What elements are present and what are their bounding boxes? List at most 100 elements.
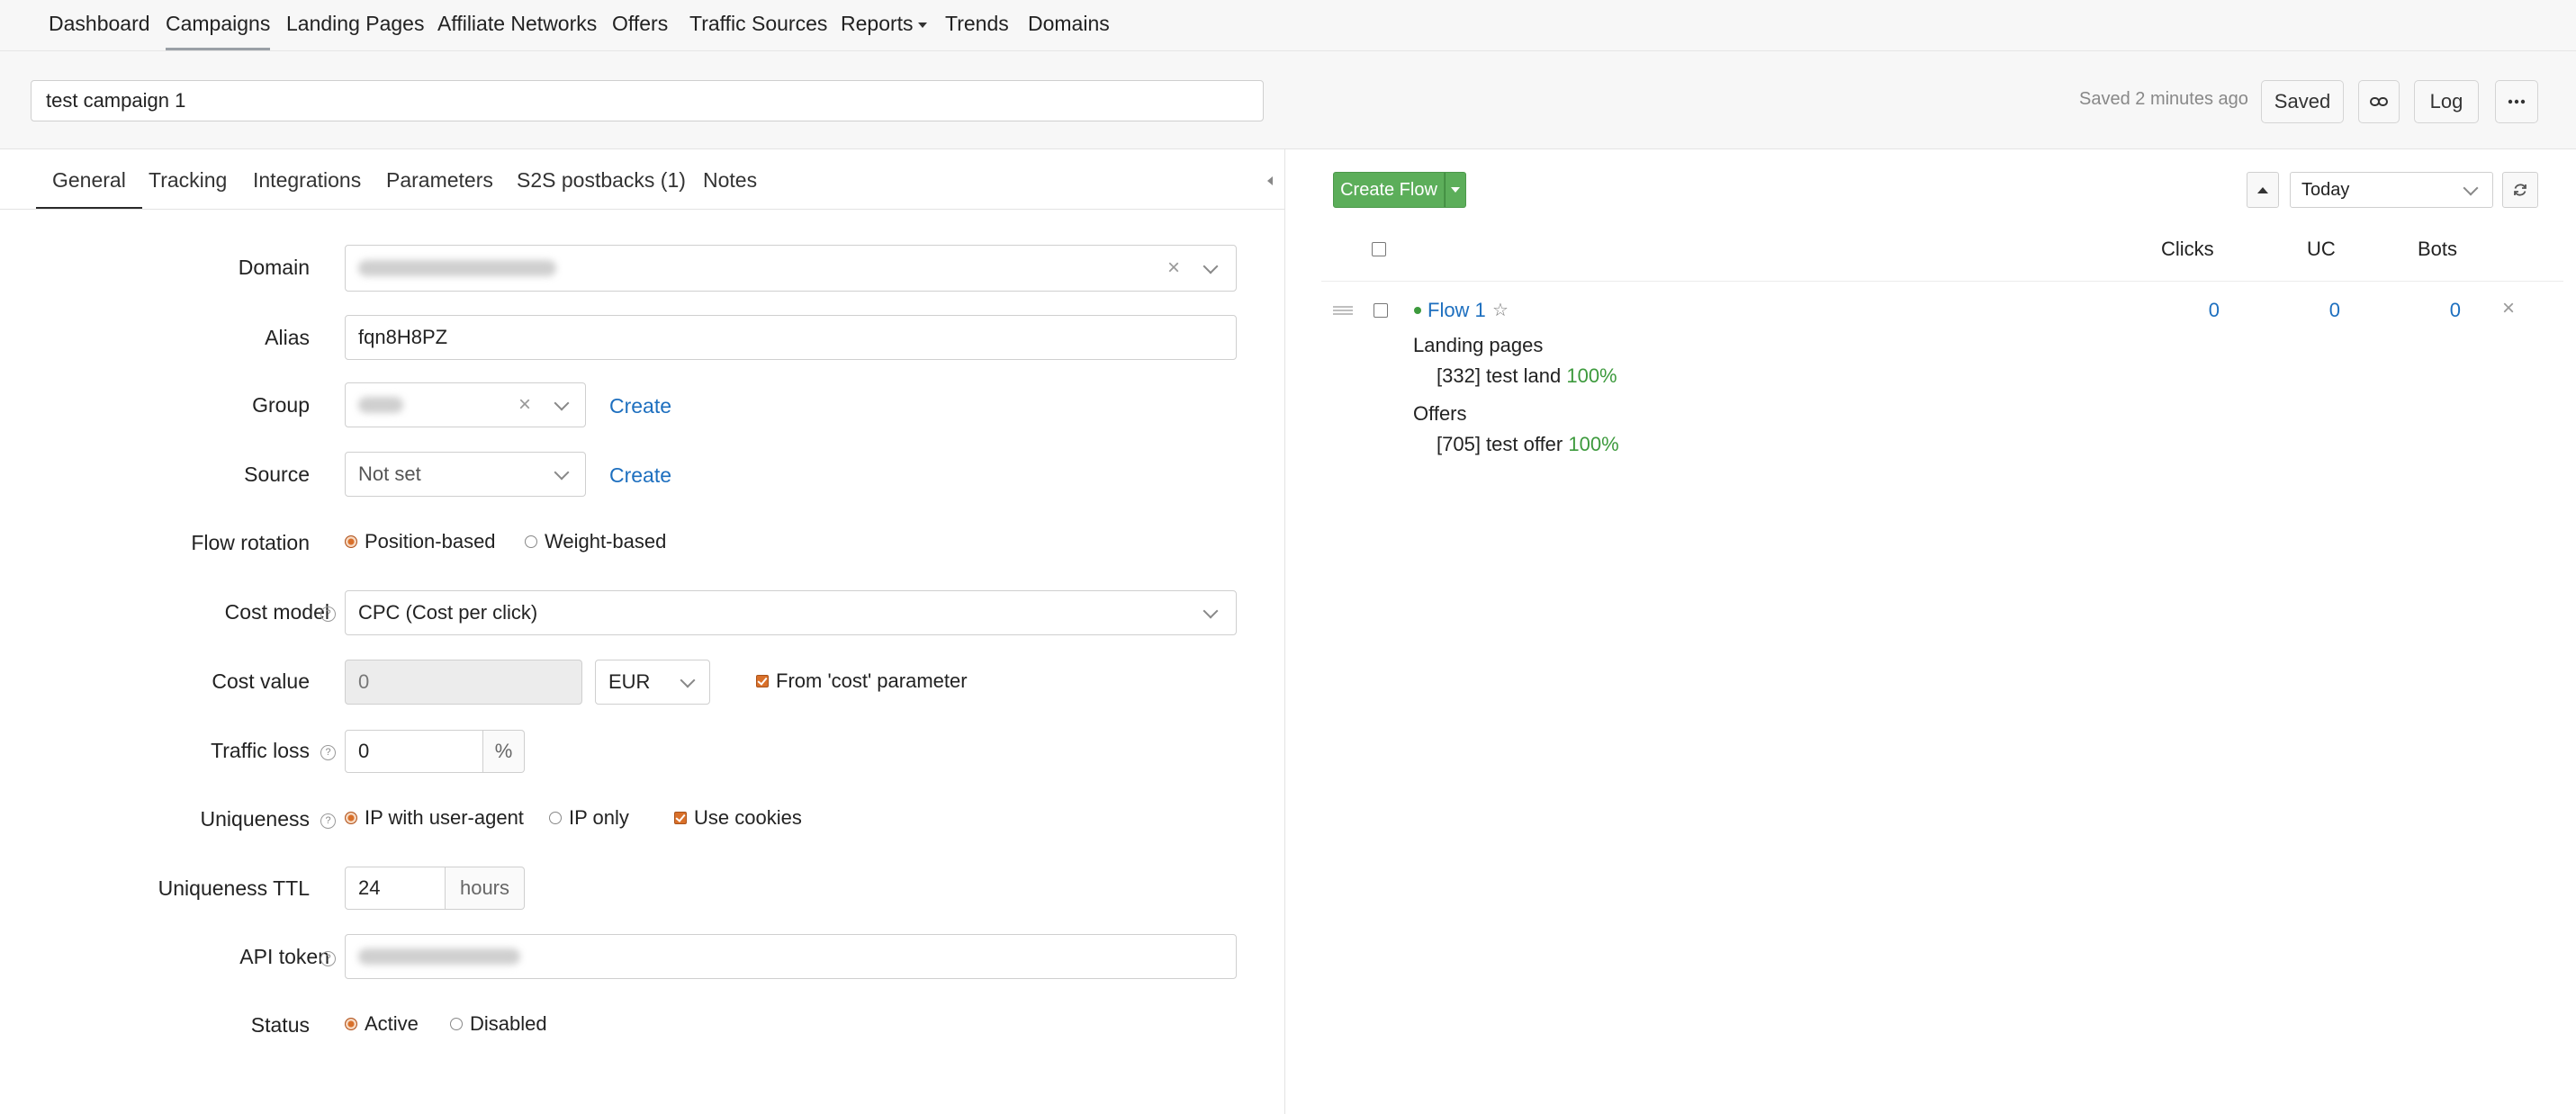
cost-value-label: Cost value (212, 669, 310, 693)
radio-weight-based[interactable]: Weight-based (525, 530, 666, 553)
drag-handle-icon[interactable] (1333, 305, 1353, 316)
star-icon[interactable]: ☆ (1492, 299, 1509, 321)
group-select[interactable]: × (345, 382, 586, 427)
refresh-button[interactable] (2502, 172, 2538, 208)
tab-parameters[interactable]: Parameters (386, 149, 493, 207)
checkbox (756, 675, 769, 687)
nav-reports-label: Reports (841, 12, 914, 35)
create-source-link[interactable]: Create (609, 463, 671, 488)
create-group-link[interactable]: Create (609, 394, 671, 418)
clear-icon[interactable]: × (518, 392, 531, 418)
uniqueness-ttl-value: 24 (358, 876, 381, 899)
tab-notes[interactable]: Notes (703, 149, 757, 207)
traffic-loss-value: 0 (358, 740, 370, 762)
alias-label: Alias (265, 326, 310, 349)
settings-tabs: General Tracking Integrations Parameters… (0, 149, 1284, 210)
select-all-checkbox[interactable] (1372, 242, 1386, 256)
radio-label: Disabled (470, 1012, 547, 1035)
help-icon[interactable]: ? (315, 946, 336, 970)
radio-button (345, 535, 357, 548)
landing-pages-heading: Landing pages (1413, 334, 1544, 356)
source-value: Not set (358, 463, 421, 485)
currency-select[interactable]: EUR (595, 660, 710, 705)
radio-position-based[interactable]: Position-based (345, 530, 496, 553)
radio-ip-only[interactable]: IP only (549, 806, 629, 830)
traffic-loss-input[interactable]: 0 (345, 730, 483, 773)
flow-name-link[interactable]: Flow 1 (1428, 299, 1486, 322)
offer-name: [705] test offer (1437, 433, 1563, 455)
help-icon[interactable]: ? (315, 808, 336, 832)
radio-button (525, 535, 537, 548)
radio-button (549, 812, 562, 824)
caret-down-icon (1451, 187, 1460, 193)
nav-domains[interactable]: Domains (1028, 0, 1110, 48)
nav-dashboard[interactable]: Dashboard (49, 0, 150, 48)
nav-reports[interactable]: Reports (841, 0, 927, 48)
more-button[interactable] (2495, 80, 2538, 123)
flow-clicks[interactable]: 0 (2176, 299, 2220, 322)
collapse-panel-icon[interactable] (1267, 176, 1273, 185)
copy-link-button[interactable] (2358, 80, 2400, 123)
log-button[interactable]: Log (2414, 80, 2479, 123)
source-select[interactable]: Not set (345, 452, 586, 497)
landing-page-share: 100% (1566, 364, 1617, 387)
chevron-down-icon (554, 464, 570, 481)
period-select[interactable]: Today (2290, 172, 2493, 208)
column-bots[interactable]: Bots (2418, 238, 2457, 261)
create-flow-button[interactable]: Create Flow (1333, 172, 1445, 208)
cost-model-select[interactable]: CPC (Cost per click) (345, 590, 1237, 635)
from-cost-parameter-checkbox[interactable]: From 'cost' parameter (756, 669, 968, 693)
api-token-value-blurred (358, 948, 520, 965)
domain-label: Domain (238, 256, 310, 279)
radio-button (345, 812, 357, 824)
campaign-header: Saved 2 minutes ago Saved Log (0, 51, 2576, 149)
api-token-field[interactable] (345, 934, 1237, 979)
flow-row-checkbox[interactable] (1374, 303, 1388, 318)
nav-traffic-sources[interactable]: Traffic Sources (689, 0, 827, 48)
nav-landing-pages[interactable]: Landing Pages (286, 0, 424, 48)
nav-affiliate-networks[interactable]: Affiliate Networks (437, 0, 597, 48)
traffic-loss-label: Traffic loss (211, 739, 310, 762)
cost-value: 0 (358, 670, 370, 693)
domain-value-blurred (358, 260, 556, 276)
tab-integrations[interactable]: Integrations (253, 149, 361, 207)
cost-model-label-text: Cost model (224, 600, 329, 624)
clear-icon[interactable]: × (1167, 256, 1180, 281)
uniqueness-ttl-input[interactable]: 24 (345, 867, 446, 910)
radio-status-disabled[interactable]: Disabled (450, 1012, 547, 1036)
caret-down-icon (917, 22, 927, 28)
tab-s2s-postbacks[interactable]: S2S postbacks (1) (517, 149, 686, 207)
delete-flow-icon[interactable]: × (2502, 296, 2515, 321)
uniqueness-label: Uniqueness (200, 807, 310, 831)
radio-button (345, 1018, 357, 1030)
alias-input[interactable]: fqn8H8PZ (345, 315, 1237, 360)
flow-uc[interactable]: 0 (2297, 299, 2340, 322)
offer-item: [705] test offer 100% (1437, 433, 1619, 456)
nav-campaigns[interactable]: Campaigns (166, 0, 271, 50)
radio-status-active[interactable]: Active (345, 1012, 419, 1036)
use-cookies-checkbox[interactable]: Use cookies (674, 806, 802, 830)
checkbox-label: Use cookies (694, 806, 802, 829)
tab-tracking[interactable]: Tracking (149, 149, 227, 207)
landing-page-item: [332] test land 100% (1437, 364, 1617, 388)
cost-model-value: CPC (Cost per click) (358, 601, 538, 624)
chevron-down-icon (1202, 603, 1219, 619)
saved-button[interactable]: Saved (2261, 80, 2344, 123)
flow-bots[interactable]: 0 (2418, 299, 2461, 322)
domain-select[interactable]: × (345, 245, 1237, 292)
help-icon[interactable]: ? (315, 740, 336, 764)
column-clicks[interactable]: Clicks (2161, 238, 2214, 261)
radio-label: Active (365, 1012, 419, 1035)
checkbox-label: From 'cost' parameter (776, 669, 968, 692)
create-flow-dropdown[interactable] (1445, 172, 1466, 208)
sort-toggle-button[interactable] (2247, 172, 2279, 208)
saved-status: Saved 2 minutes ago (2079, 89, 2248, 109)
tab-general[interactable]: General (36, 149, 142, 209)
radio-ip-with-user-agent[interactable]: IP with user-agent (345, 806, 524, 830)
help-icon[interactable]: ? (315, 601, 336, 625)
column-uc[interactable]: UC (2307, 238, 2336, 261)
nav-trends[interactable]: Trends (945, 0, 1009, 48)
nav-offers[interactable]: Offers (612, 0, 668, 48)
group-value-blurred (358, 397, 403, 413)
campaign-name-input[interactable] (31, 80, 1264, 121)
